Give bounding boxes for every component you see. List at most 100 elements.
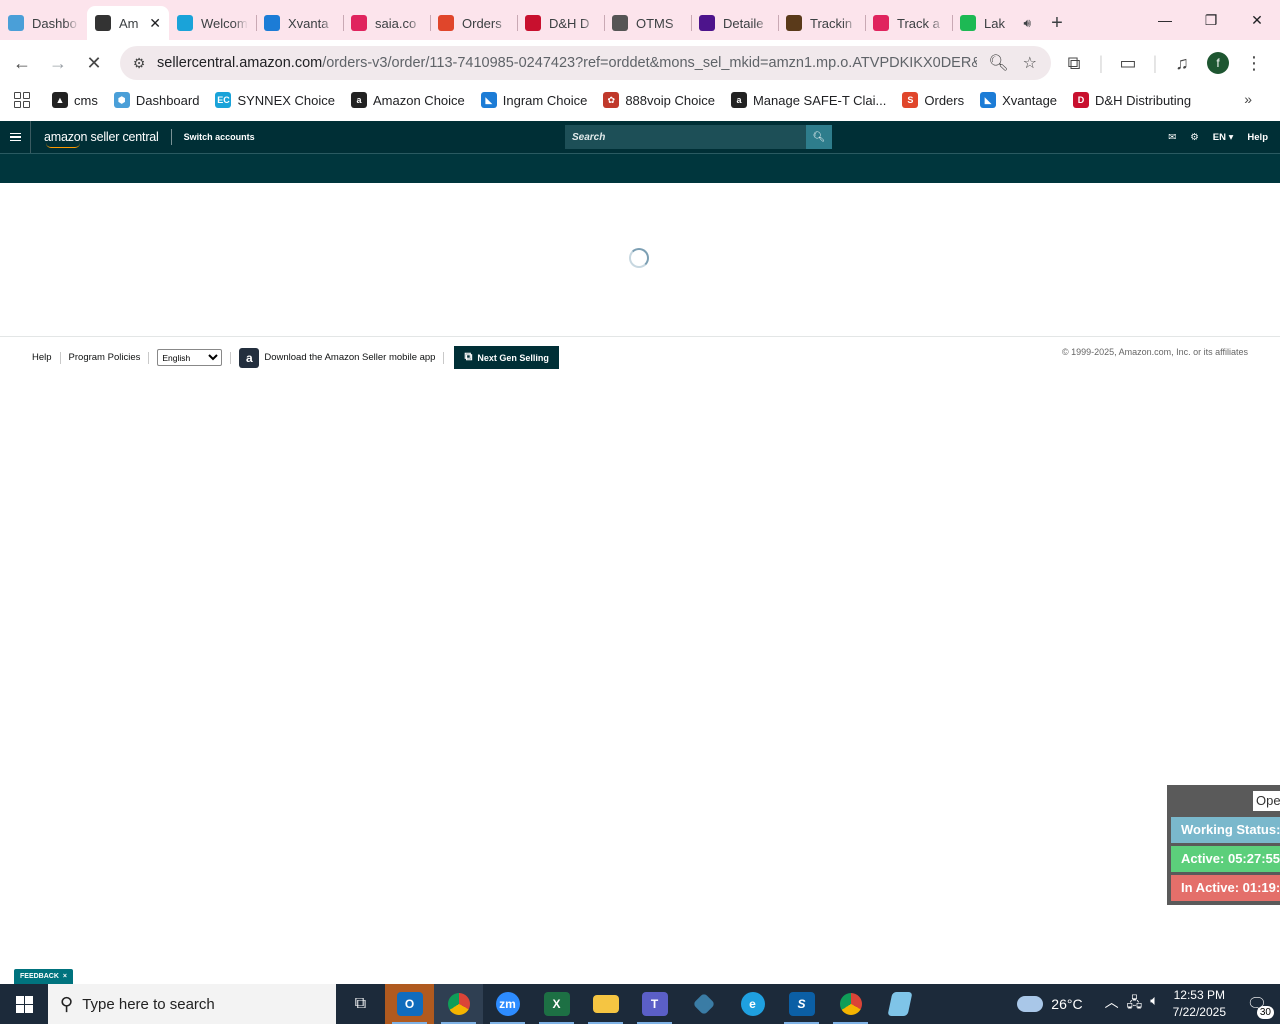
search-button[interactable]: 🔍︎	[806, 125, 832, 149]
spotify-icon	[960, 15, 976, 31]
system-tray: 26°C ︿ 🖧 🔈︎ 12:53 PM 7/22/2025 🗨 30	[1015, 984, 1280, 1024]
forward-icon[interactable]: →	[40, 45, 76, 81]
close-icon[interactable]: ×	[63, 973, 67, 980]
back-icon[interactable]: ←	[4, 45, 40, 81]
bookmark-item[interactable]: ⬢ Dashboard	[113, 92, 199, 108]
browser-tab[interactable]: Track a	[865, 6, 952, 40]
next-gen-selling-button[interactable]: ⧉ Next Gen Selling	[454, 346, 559, 369]
language-select[interactable]: English	[157, 349, 223, 366]
task-view-icon[interactable]: ⧉	[336, 984, 385, 1024]
restore-icon[interactable]: ❐	[1188, 0, 1234, 40]
footer-help-link[interactable]: Help	[32, 352, 52, 363]
browser-tab[interactable]: Lak 🔊︎	[952, 6, 1039, 40]
file-explorer-icon[interactable]	[581, 984, 630, 1024]
chevron-up-icon[interactable]: ︿	[1105, 992, 1119, 1016]
working-status: Working Status: A	[1171, 817, 1280, 843]
ec-icon	[177, 15, 193, 31]
search-input[interactable]	[565, 125, 806, 149]
zoom-icon[interactable]: 🔍︎	[988, 53, 1008, 73]
weather-temp: 26°C	[1051, 996, 1083, 1012]
bookmark-label: Amazon Choice	[373, 92, 465, 108]
profile-button[interactable]: f	[1200, 45, 1236, 81]
media-control-icon[interactable]: ♫	[1164, 45, 1200, 81]
more-bookmarks-icon[interactable]: »	[1244, 91, 1252, 107]
mail-icon[interactable]: ✉	[1168, 132, 1176, 143]
chrome-profile-icon[interactable]	[826, 984, 875, 1024]
bookmark-favicon-icon: S	[902, 92, 919, 108]
clock-time: 12:53 PM	[1173, 988, 1225, 1002]
minimize-icon[interactable]: —	[1142, 0, 1188, 40]
address-bar[interactable]: ⚙ sellercentral.amazon.com/orders-v3/ord…	[120, 46, 1051, 80]
clock[interactable]: 12:53 PM 7/22/2025	[1173, 987, 1226, 1021]
gear-icon[interactable]: ⚙	[1190, 132, 1199, 143]
browser-tab[interactable]: saia.co	[343, 6, 430, 40]
bookmark-favicon-icon: a	[730, 92, 747, 108]
diamond-app-icon[interactable]	[679, 984, 728, 1024]
inactive-timer: In Active: 01:19:4	[1171, 875, 1280, 901]
menu-kebab-icon[interactable]: ⋮	[1236, 45, 1272, 81]
close-window-icon[interactable]: ✕	[1234, 0, 1280, 40]
apps-grid-icon[interactable]	[14, 92, 30, 108]
audio-playing-icon[interactable]: 🔊︎	[1023, 16, 1031, 31]
edge-icon[interactable]: e	[728, 984, 777, 1024]
zoom-app-icon[interactable]: zm	[483, 984, 532, 1024]
chrome-icon[interactable]	[434, 984, 483, 1024]
notification-icon[interactable]: 🗨 30	[1242, 989, 1274, 1019]
seller-central-logo[interactable]: amazon seller central	[44, 130, 159, 148]
ups-icon	[786, 15, 802, 31]
header-divider	[170, 129, 172, 145]
bookmark-label: SYNNEX Choice	[237, 92, 335, 108]
switch-accounts-link[interactable]: Switch accounts	[184, 132, 255, 142]
browser-tab[interactable]: Trackin	[778, 6, 865, 40]
tab-title: OTMS	[636, 15, 674, 31]
extensions-icon[interactable]: ⧉	[1056, 45, 1092, 81]
new-tab-button[interactable]: +	[1039, 6, 1075, 40]
next-gen-label: Next Gen Selling	[477, 352, 549, 363]
tab-search-icon[interactable]: ▭	[1110, 45, 1146, 81]
teams-icon[interactable]: T	[630, 984, 679, 1024]
seller-central-header: amazon seller central Switch accounts 🔍︎…	[0, 121, 1280, 153]
browser-tab[interactable]: Detaile	[691, 6, 778, 40]
notepad-icon[interactable]	[875, 984, 924, 1024]
browser-tab[interactable]: Welcom	[169, 6, 256, 40]
bookmark-item[interactable]: a Manage SAFE-T Clai...	[730, 92, 887, 108]
close-tab-icon[interactable]: ✕	[149, 15, 161, 32]
open-button[interactable]: Ope	[1253, 791, 1280, 811]
header-help-link[interactable]: Help	[1247, 132, 1268, 143]
amazon-app-icon[interactable]: a	[239, 347, 260, 368]
stop-loading-icon[interactable]: ✕	[76, 45, 112, 81]
bookmark-item[interactable]: ◣ Xvantage	[980, 92, 1057, 108]
browser-tab[interactable]: Am ✕	[87, 6, 169, 40]
browser-tab[interactable]: D&H D	[517, 6, 604, 40]
download-app-link[interactable]: Download the Amazon Seller mobile app	[264, 352, 435, 363]
bookmark-favicon-icon: EC	[215, 92, 232, 108]
taskbar-search[interactable]: ⚲ Type here to search	[48, 984, 336, 1024]
bookmark-item[interactable]: D D&H Distributing	[1073, 92, 1191, 108]
hamburger-menu-icon[interactable]	[0, 121, 31, 153]
windows-start-button[interactable]	[0, 984, 48, 1024]
bookmark-item[interactable]: a Amazon Choice	[351, 92, 465, 108]
program-policies-link[interactable]: Program Policies	[69, 352, 141, 363]
network-icon[interactable]: 🖧	[1127, 992, 1143, 1016]
bookmark-item[interactable]: EC SYNNEX Choice	[215, 92, 335, 108]
browser-tab[interactable]: Xvanta	[256, 6, 343, 40]
browser-tab[interactable]: OTMS	[604, 6, 691, 40]
bookmark-item[interactable]: ▲ cms	[52, 92, 98, 108]
s-app-icon[interactable]: S	[777, 984, 826, 1024]
browser-tab[interactable]: Orders	[430, 6, 517, 40]
feedback-tab[interactable]: FEEDBACK ×	[14, 969, 73, 984]
outlook-icon[interactable]: O	[385, 984, 434, 1024]
bookmark-star-icon[interactable]: ☆	[1023, 53, 1037, 73]
url-text[interactable]: sellercentral.amazon.com/orders-v3/order…	[157, 55, 977, 71]
orders-swirl-icon	[438, 15, 454, 31]
browser-tab[interactable]: Dashbo	[0, 6, 87, 40]
bookmark-item[interactable]: S Orders	[902, 92, 964, 108]
weather-widget[interactable]: 26°C	[1015, 990, 1083, 1012]
bookmark-item[interactable]: ✿ 888voip Choice	[603, 92, 715, 108]
bookmark-label: Manage SAFE-T Clai...	[752, 92, 887, 108]
excel-icon[interactable]: X	[532, 984, 581, 1024]
bookmark-item[interactable]: ◣ Ingram Choice	[480, 92, 587, 108]
site-info-icon[interactable]: ⚙	[128, 55, 150, 72]
volume-icon[interactable]: 🔈︎	[1150, 992, 1158, 1016]
language-dropdown[interactable]: EN ▾	[1213, 132, 1234, 143]
